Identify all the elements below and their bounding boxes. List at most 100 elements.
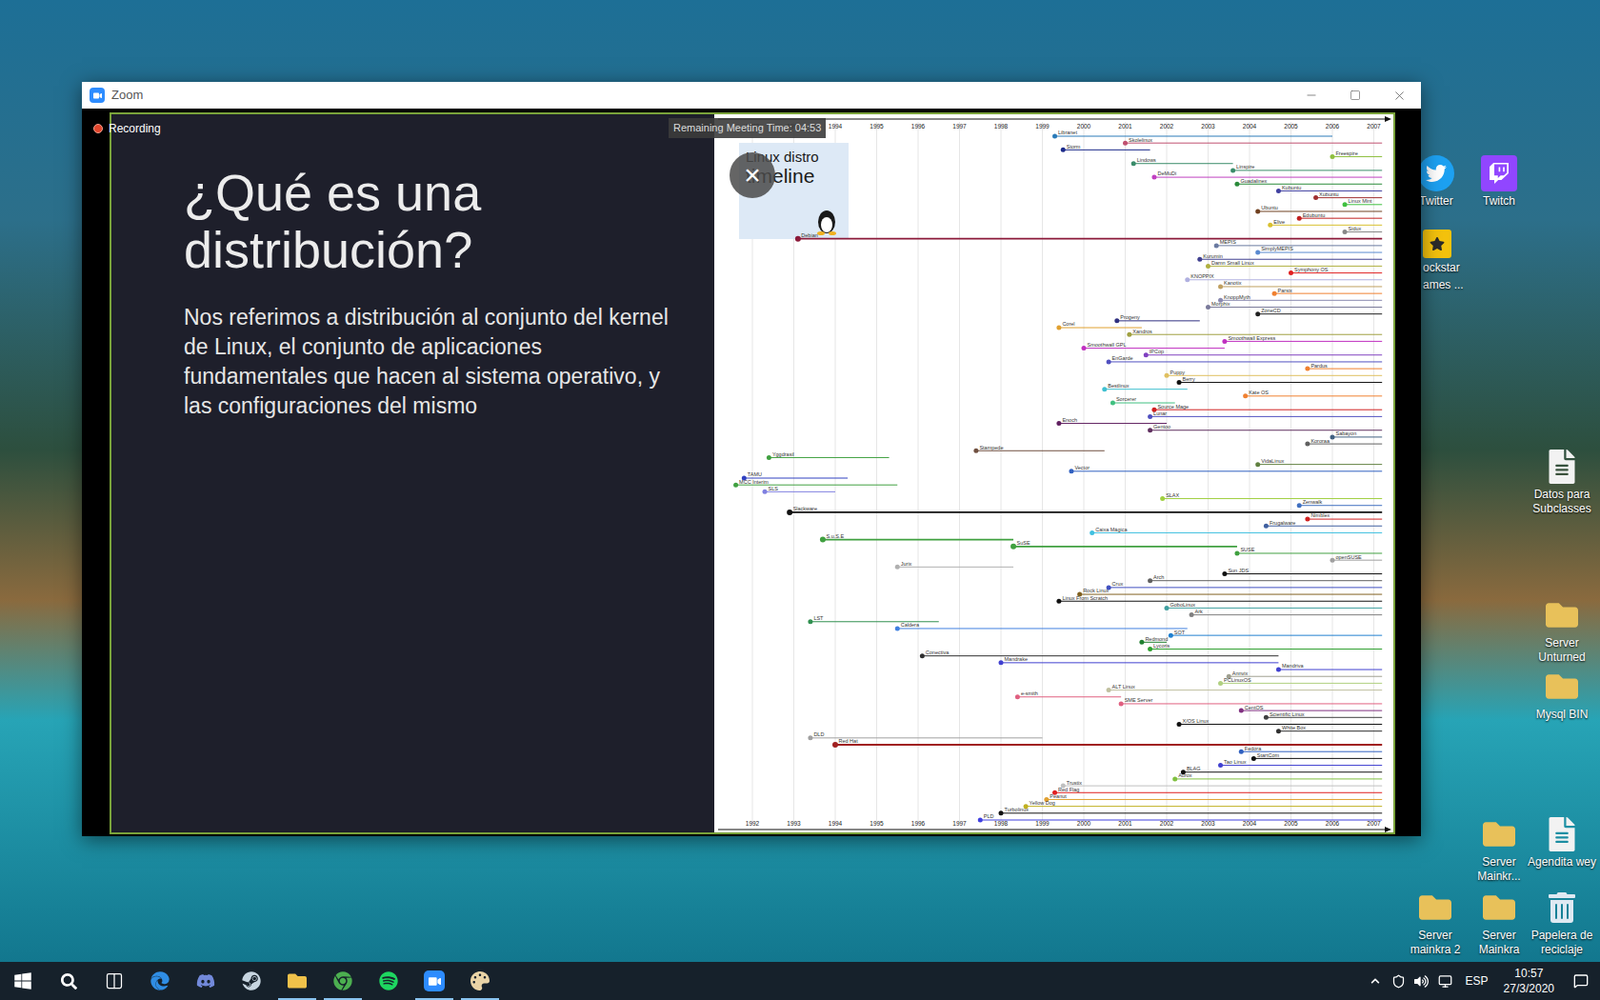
svg-text:Kurumin: Kurumin	[1202, 253, 1222, 260]
svg-text:Xubuntu: Xubuntu	[1319, 191, 1340, 198]
distro-row: SOT	[1168, 629, 1382, 639]
input-language[interactable]: ESP	[1458, 972, 1497, 990]
svg-text:PCLinuxOS: PCLinuxOS	[1223, 677, 1252, 683]
distro-row: BLAG	[1180, 765, 1382, 775]
distro-row: Scientific Linux	[1263, 711, 1382, 720]
edge-icon	[150, 971, 170, 991]
zoom-logo-icon	[89, 87, 105, 103]
taskbar-button[interactable]	[0, 961, 46, 1000]
notification-icon	[1573, 973, 1589, 989]
svg-text:Jurix: Jurix	[900, 560, 913, 567]
desktop-icon[interactable]: Server Mainkra	[1462, 889, 1536, 958]
distro-row: Linux From Scratch	[1056, 595, 1382, 604]
folder-icon	[1543, 597, 1580, 634]
svg-text:Kanotix: Kanotix	[1223, 280, 1242, 286]
distro-row: openSUSE	[1330, 554, 1383, 563]
slide-chart-panel: 1992199319941995199619971998199920002001…	[714, 114, 1394, 833]
clock[interactable]: 10:5727/3/2020	[1496, 965, 1562, 997]
rockstar-icon	[1422, 229, 1452, 259]
windows-icon	[13, 971, 33, 991]
desktop-icon-label: Twitter	[1419, 194, 1453, 209]
distro-row: Vector	[1068, 464, 1382, 474]
svg-text:EnGarde: EnGarde	[1112, 355, 1134, 361]
svg-text:X/OS Linux: X/OS Linux	[1182, 718, 1210, 724]
svg-text:TAMU: TAMU	[747, 471, 762, 478]
close-share-button[interactable]: ×	[729, 152, 776, 199]
desktop-icon[interactable]: Server Unturned	[1525, 597, 1599, 665]
svg-text:Xandros: Xandros	[1132, 328, 1153, 335]
desktop-icon-label: Twitch	[1482, 194, 1516, 209]
minimize-icon	[1304, 88, 1319, 102]
desktop-icon[interactable]: Twitch	[1462, 155, 1536, 209]
taskbar-button[interactable]	[137, 961, 183, 1000]
svg-text:Red Hat: Red Hat	[839, 738, 860, 744]
distro-row: Yggdrasil	[766, 451, 890, 460]
network-tray[interactable]	[1433, 974, 1459, 989]
year-tick: 1992	[745, 820, 760, 827]
notifications-button[interactable]	[1561, 973, 1600, 989]
distro-row: Bestlinux	[1101, 382, 1188, 392]
volume-tray[interactable]	[1410, 974, 1434, 989]
distro-row: DeMuDi	[1151, 170, 1382, 180]
folder-icon	[1543, 668, 1580, 705]
distro-row: KNOPPIX	[1184, 273, 1382, 282]
taskbar-button[interactable]	[182, 961, 229, 1000]
svg-text:Elive: Elive	[1273, 219, 1285, 225]
svg-text:DeMuDi: DeMuDi	[1157, 170, 1177, 177]
running-indicator	[460, 998, 500, 1000]
desktop-icon[interactable]: Server Mainkr...	[1462, 816, 1536, 884]
show-hidden-icons[interactable]	[1362, 976, 1388, 986]
desktop-icon[interactable]: Papelera de reciclaje	[1525, 889, 1599, 958]
year-tick: 1995	[869, 122, 884, 130]
distro-row: Red Flag	[1052, 786, 1382, 796]
distro-row: Corel	[1056, 320, 1142, 330]
desktop-icon[interactable]: Datos para Subclasses	[1525, 448, 1599, 517]
taskbar-button[interactable]	[411, 961, 458, 1000]
svg-text:Source Mage: Source Mage	[1157, 403, 1189, 410]
svg-text:Kororaa: Kororaa	[1310, 438, 1331, 444]
window-title: Zoom	[111, 85, 143, 105]
year-tick: 2004	[1242, 820, 1258, 827]
discord-icon	[196, 971, 216, 991]
recording-dot	[93, 123, 103, 134]
maximize-button[interactable]	[1333, 81, 1378, 109]
twitter-icon	[1418, 155, 1455, 192]
distro-row: Pardus	[1304, 362, 1382, 372]
distro-row: Berry	[1177, 376, 1383, 385]
desktop-icon[interactable]: Agendita wey	[1525, 816, 1599, 870]
distro-row: Sabayon	[1330, 430, 1383, 440]
taskbar-button[interactable]	[45, 961, 92, 1000]
distro-row: ALT Linux	[1106, 683, 1383, 693]
distro-row: Caixa Mágica	[1089, 526, 1382, 536]
svg-text:Kate OS: Kate OS	[1248, 389, 1269, 396]
distro-row: X/OS Linux	[1177, 718, 1383, 727]
security-tray[interactable]	[1387, 974, 1411, 989]
taskbar-button[interactable]	[274, 961, 320, 1000]
year-tick: 1998	[994, 122, 1009, 130]
desktop-icon[interactable]: Server mainkra 2	[1399, 889, 1472, 958]
taskbar-button[interactable]	[320, 961, 366, 1000]
svg-text:Yellow Dog: Yellow Dog	[1029, 800, 1056, 806]
desktop-icon-label: Server Mainkr...	[1462, 855, 1536, 884]
desktop-icon[interactable]: ockstarames ...	[1422, 229, 1471, 293]
desktop-icon[interactable]: Mysql BIN	[1525, 668, 1599, 722]
close-button[interactable]	[1377, 81, 1421, 109]
svg-text:Damn Small Linux: Damn Small Linux	[1211, 260, 1255, 266]
folder-icon	[1417, 889, 1454, 926]
desktop-icon-label: Server Unturned	[1525, 636, 1599, 665]
svg-text:Trustix: Trustix	[1066, 780, 1083, 786]
taskbar-button[interactable]	[91, 961, 138, 1000]
minimize-button[interactable]	[1289, 81, 1334, 109]
svg-text:openSUSE: openSUSE	[1336, 554, 1363, 560]
svg-text:CentOS: CentOS	[1244, 704, 1264, 711]
taskbar-button[interactable]	[365, 961, 412, 1000]
distro-row: EnGarde	[1106, 355, 1383, 364]
taskbar-button[interactable]	[228, 961, 275, 1000]
svg-text:Slackware: Slackware	[793, 505, 818, 512]
distro-row: Stampede	[973, 444, 1104, 454]
taskbar-button[interactable]	[457, 961, 503, 1000]
distro-row: Arch	[1147, 574, 1382, 583]
svg-text:Lycoris: Lycoris	[1153, 642, 1170, 649]
chevron-up-icon	[1370, 976, 1380, 986]
slide-text-panel: ¿Qué es una distribución?Nos referimos a…	[111, 114, 715, 833]
